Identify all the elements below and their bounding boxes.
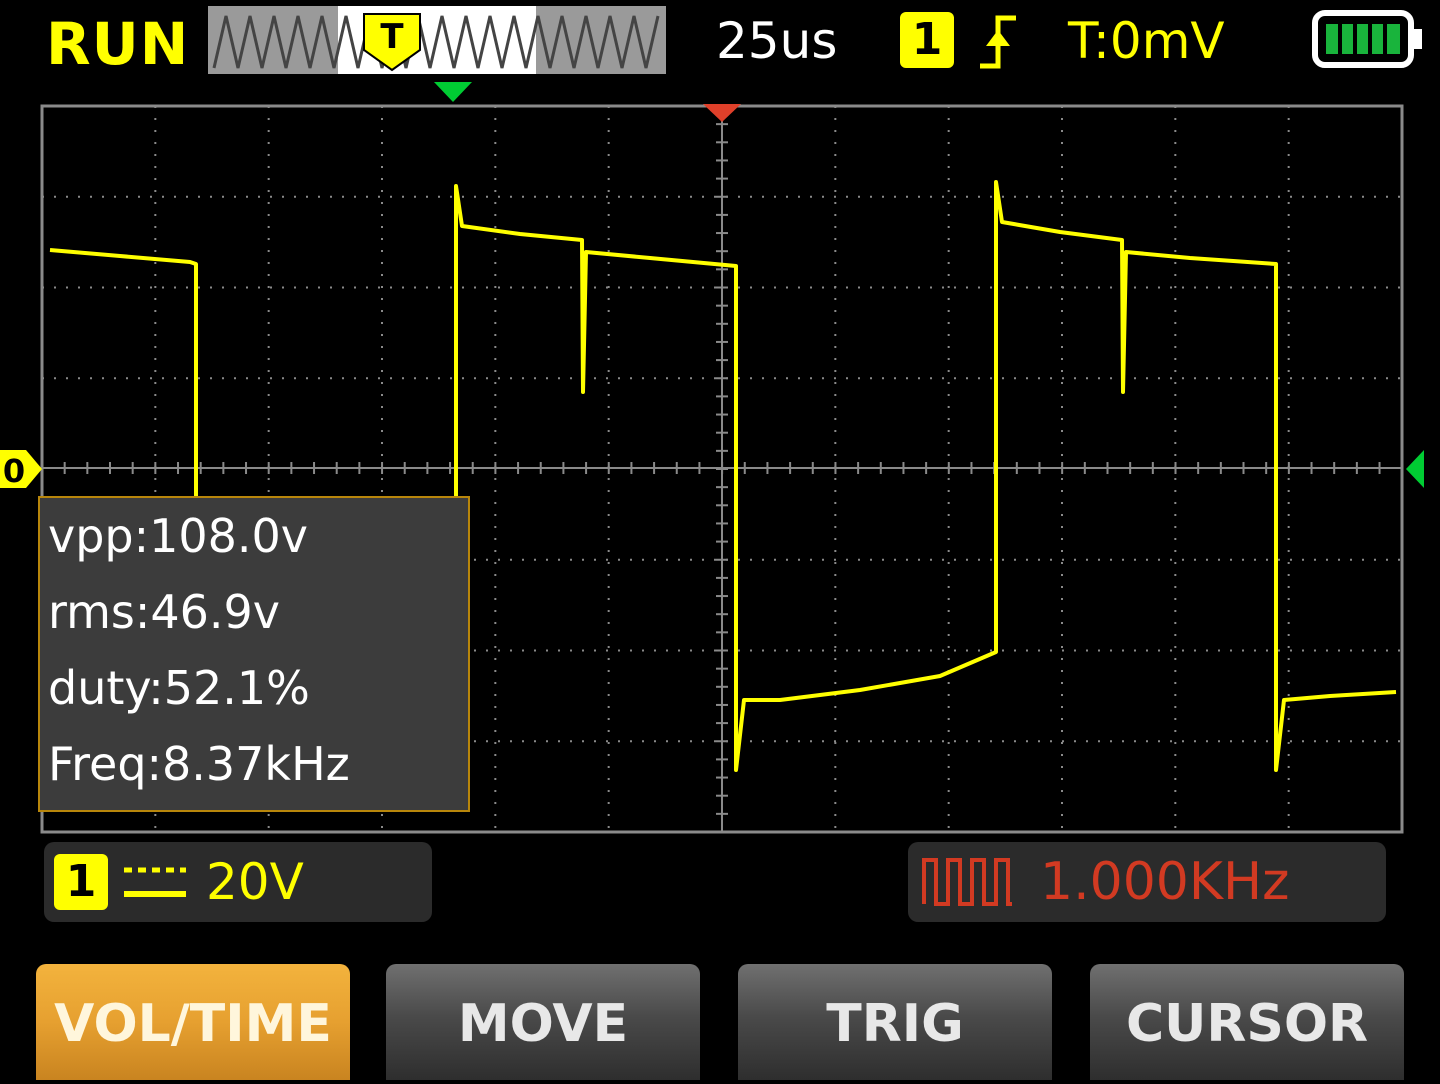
channel-badge: 1	[54, 854, 108, 910]
measure-duty: duty:52.1%	[48, 661, 310, 715]
rising-edge-icon[interactable]	[976, 12, 1020, 72]
signal-generator[interactable]: 1.000KHz	[908, 842, 1386, 922]
run-status[interactable]: RUN	[46, 8, 189, 80]
measure-vpp: vpp:108.0v	[48, 509, 309, 563]
dc-coupling-icon	[124, 867, 186, 897]
move-button[interactable]: MOVE	[386, 964, 700, 1080]
measure-rms: rms:46.9v	[48, 585, 281, 639]
waveform-overview[interactable]: T	[208, 6, 666, 74]
generator-frequency: 1.000KHz	[1040, 852, 1290, 912]
square-wave-icon	[922, 858, 1012, 906]
measure-frequency: Freq:8.37kHz	[48, 737, 350, 791]
volts-per-div: 20V	[206, 853, 304, 911]
center-marker	[703, 104, 741, 122]
cursor-button[interactable]: CURSOR	[1090, 964, 1404, 1080]
svg-text:0: 0	[3, 452, 25, 490]
channel-1-settings[interactable]: 1 20V	[44, 842, 432, 922]
timebase-label[interactable]: 25us	[716, 8, 837, 74]
trigger-level[interactable]: T:0mV	[1068, 8, 1225, 74]
battery-full-icon	[1312, 10, 1422, 68]
trig-button[interactable]: TRIG	[738, 964, 1052, 1080]
trigger-level-marker	[1406, 450, 1424, 488]
vol-time-button[interactable]: VOL/TIME	[36, 964, 350, 1080]
measurement-panel: vpp:108.0v rms:46.9v duty:52.1% Freq:8.3…	[38, 496, 470, 812]
overview-trigger-marker: T	[380, 17, 404, 57]
trigger-position-marker	[434, 82, 472, 102]
channel-ground-marker: 0	[0, 450, 42, 490]
trigger-channel-badge[interactable]: 1	[900, 12, 954, 68]
